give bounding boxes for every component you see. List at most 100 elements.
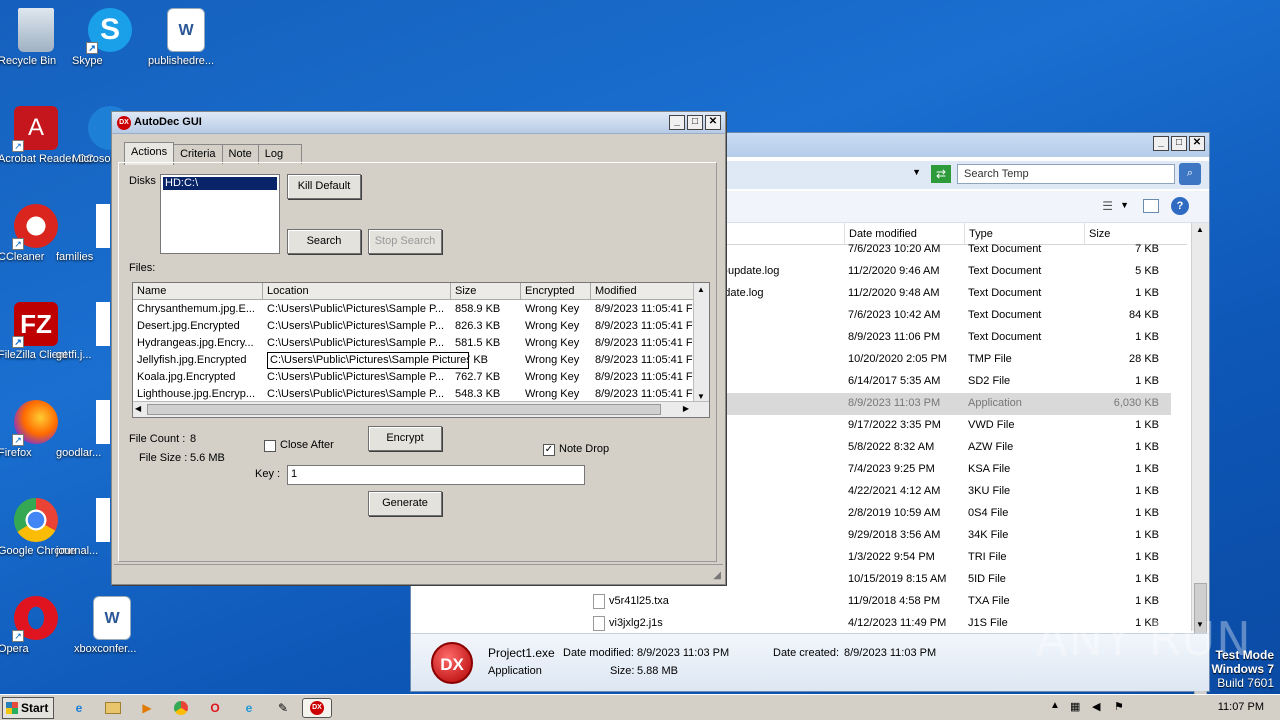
generate-button[interactable]: Generate [368,491,442,516]
cell-size: 1 KB [1135,529,1159,541]
cell-type: VWD File [968,419,1015,431]
desktop-icon-acrobat[interactable]: A ↗ Acrobat Reader DC [0,106,94,165]
cell-size: 1 KB [1135,551,1159,563]
maximize-icon[interactable]: □ [687,115,703,130]
cell-date: 1/3/2022 9:54 PM [848,551,935,563]
minimize-icon[interactable]: _ [1153,136,1169,151]
preview-pane-icon[interactable] [1143,199,1159,213]
test-mode-line3: Build 7601 [1217,676,1274,690]
cell-encrypted: Wrong Key [525,354,580,366]
desktop-icon-publishedre[interactable]: W publishedre... [148,8,224,67]
cell-type: Text Document [968,243,1042,255]
kill-default-button[interactable]: Kill Default [287,174,361,199]
cell-date: 7/6/2023 10:20 AM [848,243,941,255]
chrome-icon[interactable] [170,698,192,718]
chevron-down-icon[interactable]: ▼ [912,167,921,177]
details-filename: Project1.exe [488,646,555,660]
chevron-down-icon[interactable]: ▼ [1120,200,1129,210]
cell-date: 11/2/2020 9:48 AM [848,287,940,299]
scroll-up-icon[interactable]: ▲ [1196,225,1204,234]
search-button[interactable]: Search [287,229,361,254]
scroll-left-icon[interactable]: ◀ [135,404,141,413]
close-after-label: Close After [280,439,334,451]
explorer-icon[interactable] [102,698,124,718]
view-options-icon[interactable]: ☰ [1102,199,1113,213]
opera-icon[interactable]: O [204,698,226,718]
cell-location: C:\Users\Public\Pictures\Sample P... [267,320,445,332]
table-row[interactable]: Desert.jpg.Encrypted C:\Users\Public\Pict… [133,318,693,335]
close-icon[interactable]: ✕ [705,115,721,130]
encrypt-button[interactable]: Encrypt [368,426,442,451]
column-size[interactable]: Size [451,283,521,300]
file-icon [96,204,110,248]
notepad-icon[interactable]: ✎ [272,698,294,718]
cell-name: Chrysanthemum.jpg.E... [137,303,255,315]
tab-log[interactable]: Log [257,144,303,164]
stop-search-button[interactable]: Stop Search [368,229,442,254]
column-location[interactable]: Location [263,283,451,300]
desktop-icon-skype[interactable]: S ↗ Skype [72,8,148,67]
column-modified[interactable]: Modified [591,283,695,300]
resize-grip-icon[interactable]: ◢ [713,570,721,581]
cell-size: 7 KB [1135,243,1159,255]
autodec-window: DX AutoDec GUI _ □ ✕ Actions Criteria Note Lo… [111,111,726,585]
location-cell-editor[interactable]: C:\Users\Public\Pictures\Sample Pictures… [267,352,469,369]
scroll-down-icon[interactable]: ▼ [697,392,705,401]
cell-date: 5/8/2022 8:32 AM [848,441,935,453]
desktop-icon-recycle-bin[interactable]: Recycle Bin [0,8,74,67]
refresh-icon[interactable]: ⇄ [931,165,951,183]
autodec-titlebar[interactable]: DX AutoDec GUI _ □ ✕ [112,112,725,134]
desktop-icon-opera[interactable]: ↗ Opera [0,596,74,655]
column-encrypted[interactable]: Encrypted [521,283,591,300]
autodec-taskbar-button[interactable]: DX [302,698,332,718]
tab-note[interactable]: Note [221,144,259,164]
cell-type: J1S File [968,617,1008,629]
note-drop-checkbox[interactable]: ✓ [543,444,555,456]
close-after-checkbox[interactable] [264,440,276,452]
scroll-up-icon[interactable]: ▲ [697,285,705,294]
cell-size: 1 KB [1135,375,1159,387]
list-item[interactable]: v5r41l25.txa 11/9/2018 4:58 PM TXA File 1 K… [411,591,1171,613]
close-icon[interactable]: ✕ [1189,136,1205,151]
cell-encrypted: Wrong Key [525,371,580,383]
cell-name: vi3jxlg2.j1s [609,617,663,629]
column-name[interactable]: Name [133,283,263,300]
cell-date: 4/12/2023 11:49 PM [848,617,947,629]
show-hidden-icons-icon[interactable]: ▲ [1050,700,1060,711]
tab-strip: Actions Criteria Note Log [124,141,303,165]
maximize-icon[interactable]: □ [1171,136,1187,151]
cell-name: Lighthouse.jpg.Encryp... [137,388,256,400]
details-date-modified-label: Date modified: [563,647,634,659]
grid-horizontal-scrollbar[interactable]: ◀ ▶ [133,401,709,417]
table-row[interactable]: Koala.jpg.Encrypted C:\Users\Public\Pictu… [133,369,693,386]
volume-icon[interactable]: ◀ [1092,700,1100,713]
table-row[interactable]: Chrysanthemum.jpg.E... C:\Users\Public\Pi… [133,301,693,318]
cell-name: v5r41l25.txa [609,595,669,607]
flag-icon[interactable]: ⚑ [1114,700,1124,713]
tab-criteria[interactable]: Criteria [173,144,223,164]
media-player-icon[interactable]: ▶ [136,698,158,718]
key-input[interactable]: 1 [287,465,585,485]
disk-item[interactable]: HD:C:\ [163,177,277,190]
table-row[interactable]: Hydrangeas.jpg.Encry... C:\Users\Public\P… [133,335,693,352]
cell-modified: 8/9/2023 11:05:41 F [595,303,693,315]
ie-icon[interactable]: e [68,698,90,718]
network-icon[interactable]: ▦ [1070,700,1080,713]
explorer-scrollbar[interactable]: ▲ ▼ [1191,223,1209,703]
clock[interactable]: 11:07 PM [1218,701,1264,713]
app-icon: DX [117,116,131,130]
scroll-right-icon[interactable]: ▶ [683,404,689,413]
minimize-icon[interactable]: _ [669,115,685,130]
edge-icon[interactable]: e [238,698,260,718]
help-icon[interactable]: ? [1171,197,1189,215]
scrollbar-thumb[interactable] [147,404,661,415]
disks-listbox[interactable]: HD:C:\ [160,174,280,254]
search-input[interactable]: Search Temp [957,164,1175,184]
desktop-icon-xboxconfer[interactable]: W xboxconfer... [74,596,150,655]
start-button[interactable]: Start [2,697,54,719]
search-icon[interactable]: ⌕ [1179,163,1201,185]
cell-name: Jellyfish.jpg.Encrypted [137,354,247,366]
grid-vertical-scrollbar[interactable]: ▲ ▼ [693,283,709,403]
details-type: Application [488,665,542,677]
cell-name: Hydrangeas.jpg.Encry... [137,337,254,349]
